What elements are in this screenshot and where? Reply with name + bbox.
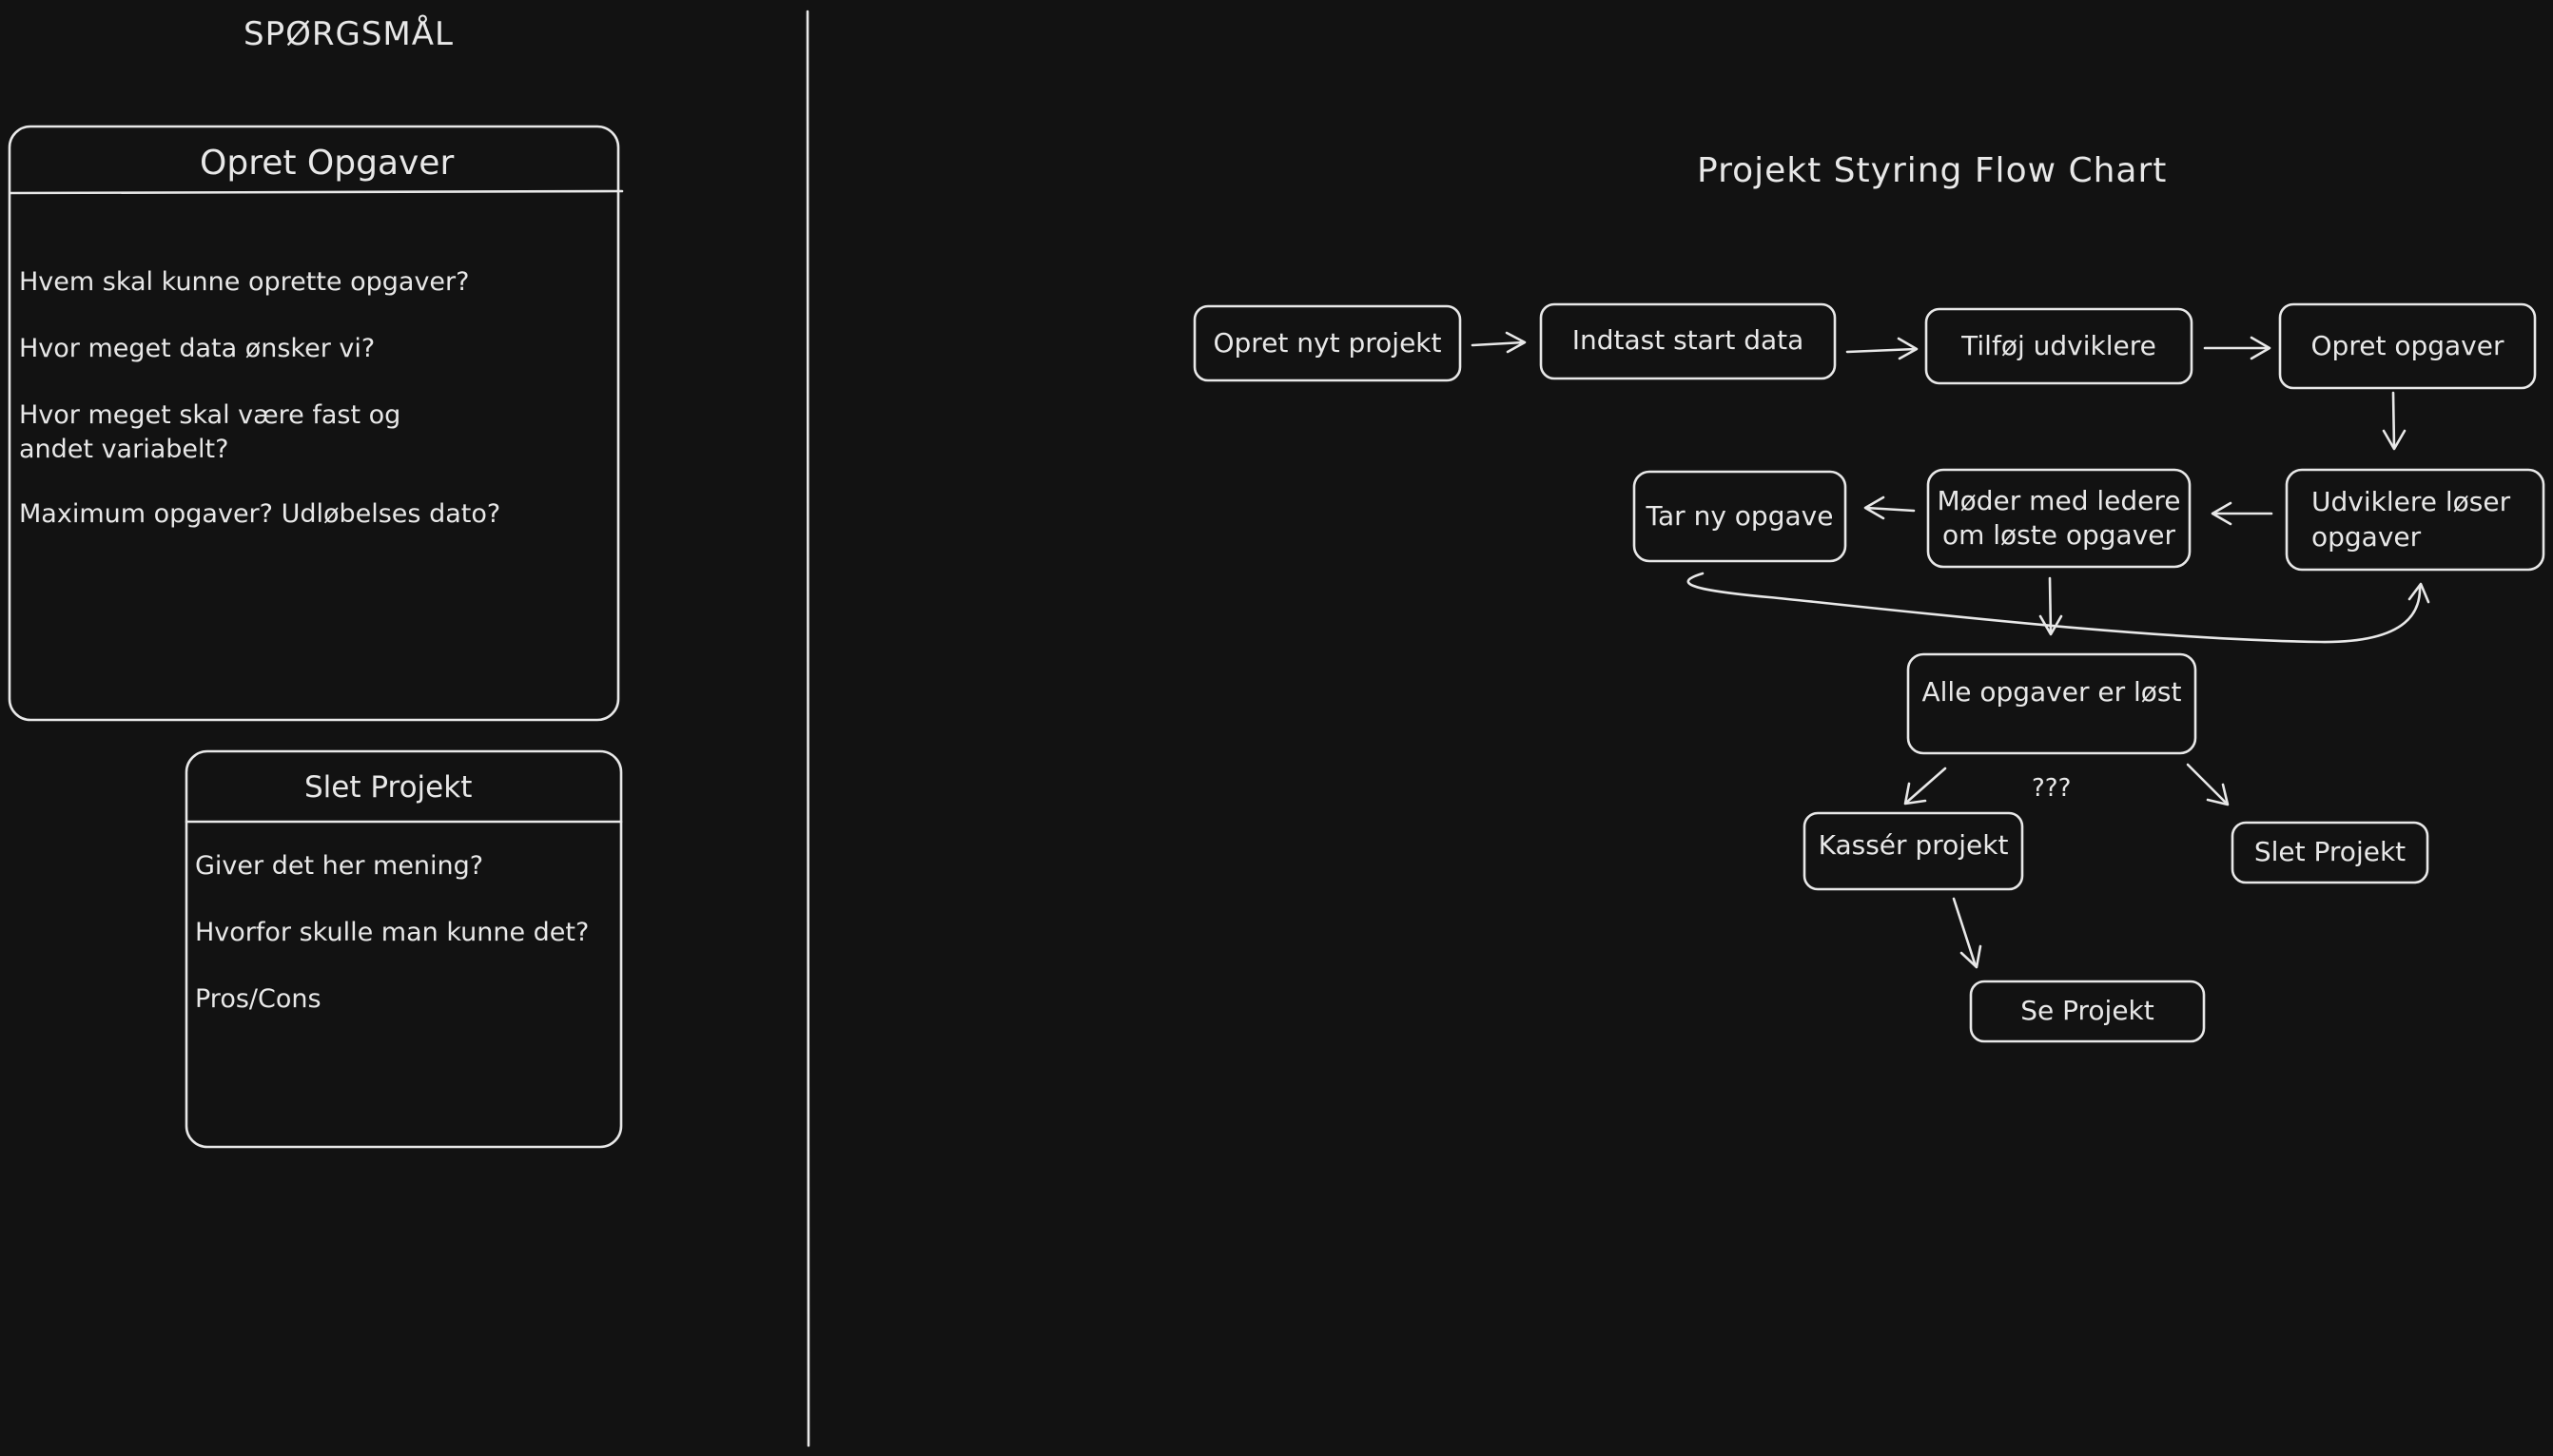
question-item: Hvorfor skulle man kunne det? — [195, 918, 590, 947]
arrow-alle-loest-to-slet — [2186, 763, 2230, 806]
questions-heading: SPØRGSMÅL — [244, 15, 454, 53]
card-opret-opgaver-title: Opret Opgaver — [200, 144, 455, 183]
question-item: Pros/Cons — [195, 984, 322, 1014]
question-item: Maximum opgaver? Udløbelses dato? — [19, 499, 501, 529]
arrow-tilfoej-to-opret-opgaver — [2203, 336, 2271, 360]
arrow-opret-opgaver-to-udviklere — [2382, 391, 2407, 451]
flowchart-title: Projekt Styring Flow Chart — [1697, 151, 2168, 190]
decision-label: ??? — [2032, 774, 2072, 803]
node-tar-ny-opgave: Tar ny opgave — [1646, 499, 1834, 532]
question-item: Hvor meget skal være fast og andet varia… — [19, 400, 401, 465]
node-slet-projekt: Slet Projekt — [2253, 836, 2407, 868]
arrow-moeder-to-tar-ny — [1863, 495, 1916, 520]
node-opret-nyt-projekt: Opret nyt projekt — [1213, 326, 1442, 359]
node-kasser-projekt: Kassér projekt — [1818, 828, 2009, 861]
node-se-projekt: Se Projekt — [2020, 995, 2154, 1027]
arrow-tar-ny-loop-to-udviklere — [1686, 572, 2430, 644]
node-tilfoej-udviklere: Tilføj udviklere — [1961, 329, 2156, 361]
question-item: Giver det her mening? — [195, 851, 484, 881]
arrow-alle-loest-to-kasser — [1903, 767, 1947, 806]
node-moeder-med-ledere: Møder med ledere om løste opgaver — [1937, 484, 2181, 551]
card-slet-projekt-title: Slet Projekt — [304, 770, 473, 805]
arrow-kasser-to-se — [1952, 897, 1982, 969]
arrow-indtast-to-tilfoej — [1845, 337, 1919, 360]
arrow-opret-to-indtast — [1471, 331, 1527, 354]
question-item: Hvem skal kunne oprette opgaver? — [19, 267, 470, 297]
arrow-udviklere-to-moeder — [2211, 501, 2273, 526]
node-alle-opgaver-loest: Alle opgaver er løst — [1921, 675, 2182, 708]
node-udviklere-loeser: Udviklere løser opgaver — [2311, 486, 2511, 553]
question-item: Hvor meget data ønsker vi? — [19, 334, 376, 363]
panel-divider — [806, 10, 810, 1447]
node-indtast-start-data: Indtast start data — [1571, 323, 1804, 356]
node-opret-opgaver: Opret opgaver — [2310, 329, 2504, 361]
